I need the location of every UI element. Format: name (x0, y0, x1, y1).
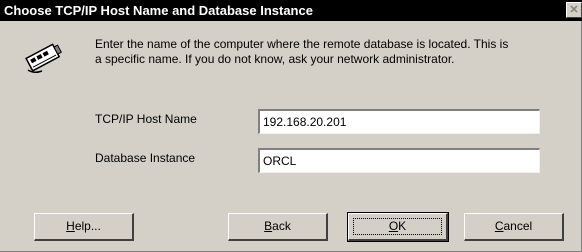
window-title: Choose TCP/IP Host Name and Database Ins… (4, 3, 313, 18)
ok-button[interactable]: OK (347, 212, 449, 242)
title-bar[interactable]: Choose TCP/IP Host Name and Database Ins… (0, 0, 582, 21)
back-button[interactable]: Back (228, 213, 328, 241)
host-name-label: TCP/IP Host Name (95, 112, 197, 126)
focus-rectangle (353, 218, 442, 235)
host-name-input[interactable] (258, 109, 540, 134)
network-card-icon (25, 43, 62, 74)
help-label: elp... (74, 219, 101, 233)
help-button[interactable]: Help... (34, 213, 134, 241)
back-mnemonic: B (264, 219, 273, 233)
instruction-line-1: Enter the name of the computer where the… (95, 37, 509, 51)
close-button[interactable]: ✕ (566, 2, 582, 18)
database-instance-label: Database Instance (95, 151, 196, 165)
help-mnemonic: H (66, 219, 75, 233)
close-icon: ✕ (569, 4, 579, 16)
dialog-window: Choose TCP/IP Host Name and Database Ins… (0, 0, 582, 252)
database-instance-input[interactable] (258, 148, 540, 173)
instruction-text: Enter the name of the computer where the… (95, 37, 575, 67)
back-label: ack (272, 219, 291, 233)
instruction-line-2: a specific name. If you do not know, ask… (95, 52, 455, 66)
cancel-label: ancel (503, 219, 533, 233)
cancel-button[interactable]: Cancel (464, 213, 564, 241)
